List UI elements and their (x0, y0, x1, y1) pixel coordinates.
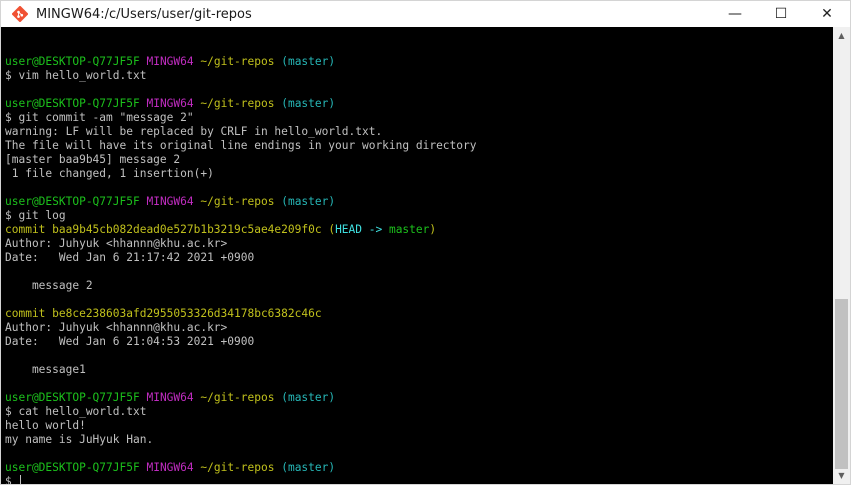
terminal-text-segment: message 2 (5, 279, 93, 292)
terminal-text-segment: user@DESKTOP-Q77JF5F (5, 195, 140, 208)
terminal-text-segment: master (388, 223, 430, 236)
terminal-line: user@DESKTOP-Q77JF5F MINGW64 ~/git-repos… (5, 195, 476, 209)
terminal-line: $ vim hello_world.txt (5, 69, 476, 83)
terminal-text-segment: MINGW64 (146, 55, 194, 68)
terminal-line: $ cat hello_world.txt (5, 405, 476, 419)
terminal-line: message1 (5, 363, 476, 377)
terminal-text-segment: $ (5, 475, 19, 484)
minimize-button[interactable]: — (712, 1, 758, 27)
terminal-text-segment: HEAD -> (335, 223, 389, 236)
terminal-text-segment: ~/git-repos (200, 55, 275, 68)
terminal-text-segment: ~/git-repos (200, 195, 275, 208)
terminal-text-segment: ~/git-repos (200, 391, 275, 404)
terminal-output[interactable]: user@DESKTOP-Q77JF5F MINGW64 ~/git-repos… (1, 27, 833, 484)
terminal-text-segment: $ vim hello_world.txt (5, 69, 147, 82)
terminal-text-segment: commit be8ce238603afd2955053326d34178bc6… (5, 307, 322, 320)
maximize-button[interactable]: ☐ (758, 1, 804, 27)
terminal-line: my name is JuHyuk Han. (5, 433, 476, 447)
terminal-line: user@DESKTOP-Q77JF5F MINGW64 ~/git-repos… (5, 55, 476, 69)
terminal-lines: user@DESKTOP-Q77JF5F MINGW64 ~/git-repos… (5, 41, 476, 484)
close-button[interactable]: ✕ (804, 1, 850, 27)
terminal-text-segment: (master) (281, 97, 336, 110)
terminal-line: user@DESKTOP-Q77JF5F MINGW64 ~/git-repos… (5, 461, 476, 475)
terminal-line: The file will have its original line end… (5, 139, 476, 153)
terminal-text-segment: $ git log (5, 209, 66, 222)
terminal-text-segment: ) (429, 223, 437, 236)
terminal-text-segment: ~/git-repos (200, 97, 275, 110)
terminal-text-segment: MINGW64 (146, 391, 194, 404)
vertical-scrollbar[interactable]: ▲ ▼ (833, 27, 850, 484)
terminal-text-segment: user@DESKTOP-Q77JF5F (5, 391, 140, 404)
terminal-text-segment: [master baa9b45] message 2 (5, 153, 181, 166)
terminal-line: Author: Juhyuk <hhannn@khu.ac.kr> (5, 321, 476, 335)
terminal-text-segment: ( (321, 223, 336, 236)
terminal-text-segment: (master) (281, 55, 336, 68)
title-bar[interactable]: MINGW64:/c/Users/user/git-repos — ☐ ✕ (1, 1, 850, 27)
terminal-text-segment: message1 (5, 363, 86, 376)
terminal-text-segment: commit baa9b45cb082dead0e527b1b3219c5ae4… (5, 223, 322, 236)
terminal-line: Date: Wed Jan 6 21:17:42 2021 +0900 (5, 251, 476, 265)
terminal-text-segment: The file will have its original line end… (5, 139, 477, 152)
terminal-text-segment: my name is JuHyuk Han. (5, 433, 154, 446)
terminal-text-segment: Author: Juhyuk <hhannn@khu.ac.kr> (5, 321, 228, 334)
git-bash-icon (11, 5, 29, 23)
terminal-text-segment: (master) (281, 391, 336, 404)
terminal-text-segment: Date: Wed Jan 6 21:17:42 2021 +0900 (5, 251, 255, 264)
terminal-text-segment: (master) (281, 461, 336, 474)
terminal-text-segment: 1 file changed, 1 insertion(+) (5, 167, 214, 180)
scrollbar-thumb[interactable] (835, 299, 848, 469)
text-cursor (20, 475, 22, 484)
terminal-text-segment: (master) (281, 195, 336, 208)
terminal-line: commit baa9b45cb082dead0e527b1b3219c5ae4… (5, 223, 476, 237)
scroll-up-arrow-icon[interactable]: ▲ (833, 27, 850, 44)
terminal-line: commit be8ce238603afd2955053326d34178bc6… (5, 307, 476, 321)
terminal-line: hello world! (5, 419, 476, 433)
scroll-down-arrow-icon[interactable]: ▼ (833, 467, 850, 484)
terminal-line: Date: Wed Jan 6 21:04:53 2021 +0900 (5, 335, 476, 349)
terminal-text-segment: $ cat hello_world.txt (5, 405, 147, 418)
terminal-text-segment: user@DESKTOP-Q77JF5F (5, 461, 140, 474)
window-controls: — ☐ ✕ (712, 1, 850, 27)
terminal-text-segment: ~/git-repos (200, 461, 275, 474)
terminal-text-segment: MINGW64 (146, 195, 194, 208)
terminal-text-segment: Date: Wed Jan 6 21:04:53 2021 +0900 (5, 335, 255, 348)
terminal-line: 1 file changed, 1 insertion(+) (5, 167, 476, 181)
terminal-text-segment: MINGW64 (146, 97, 194, 110)
terminal-line: [master baa9b45] message 2 (5, 153, 476, 167)
terminal-line: Author: Juhyuk <hhannn@khu.ac.kr> (5, 237, 476, 251)
terminal-line: $ (5, 475, 476, 484)
terminal-text-segment: MINGW64 (146, 461, 194, 474)
terminal-text-segment: hello world! (5, 419, 86, 432)
terminal-line: $ git commit -am "message 2" (5, 111, 476, 125)
terminal-text-segment: warning: LF will be replaced by CRLF in … (5, 125, 383, 138)
terminal-line: warning: LF will be replaced by CRLF in … (5, 125, 476, 139)
terminal-text-segment: user@DESKTOP-Q77JF5F (5, 97, 140, 110)
terminal-text-segment: $ git commit -am "message 2" (5, 111, 194, 124)
terminal-line: user@DESKTOP-Q77JF5F MINGW64 ~/git-repos… (5, 97, 476, 111)
terminal-line: user@DESKTOP-Q77JF5F MINGW64 ~/git-repos… (5, 391, 476, 405)
terminal-text-segment: user@DESKTOP-Q77JF5F (5, 55, 140, 68)
terminal-line: message 2 (5, 279, 476, 293)
window-title: MINGW64:/c/Users/user/git-repos (36, 6, 252, 22)
terminal-window: MINGW64:/c/Users/user/git-repos — ☐ ✕ us… (0, 0, 851, 485)
terminal-line: $ git log (5, 209, 476, 223)
terminal-text-segment: Author: Juhyuk <hhannn@khu.ac.kr> (5, 237, 228, 250)
